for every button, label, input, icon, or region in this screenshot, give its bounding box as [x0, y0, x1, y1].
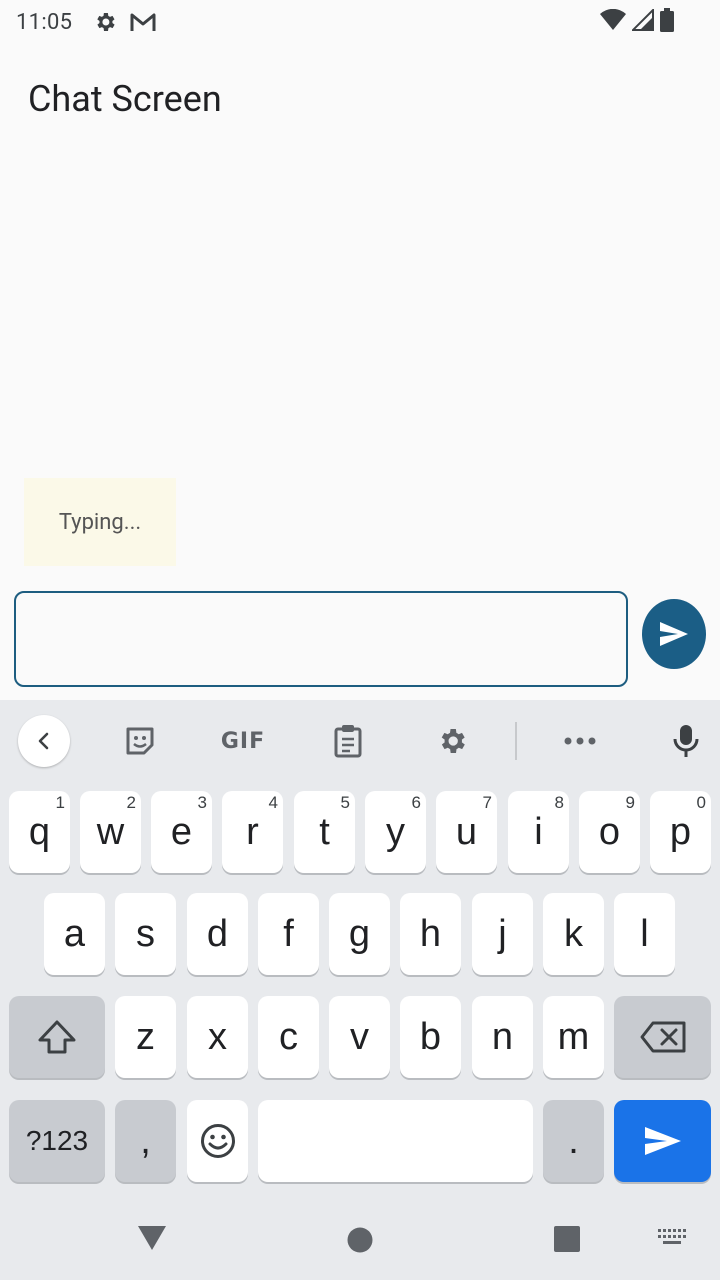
recents-nav-button[interactable]	[552, 1224, 582, 1254]
key-r[interactable]: r4	[222, 791, 283, 873]
key-y[interactable]: y6	[365, 791, 426, 873]
send-icon	[660, 622, 688, 646]
key-l[interactable]: l	[614, 893, 675, 975]
typing-indicator: Typing...	[24, 478, 176, 566]
gif-label: GIF	[220, 728, 266, 754]
key-k[interactable]: k	[543, 893, 604, 975]
backspace-key[interactable]	[614, 996, 711, 1078]
key-x[interactable]: x	[187, 996, 248, 1078]
key-o[interactable]: o9	[579, 791, 640, 873]
key-h[interactable]: h	[400, 893, 461, 975]
wifi-icon	[600, 8, 626, 37]
battery-icon	[660, 8, 674, 38]
key-q[interactable]: q1	[9, 791, 70, 873]
back-nav-button[interactable]	[134, 1220, 170, 1256]
key-d[interactable]: d	[187, 893, 248, 975]
symbols-key[interactable]: ?123	[9, 1100, 105, 1182]
enter-send-key[interactable]	[614, 1100, 711, 1182]
key-g[interactable]: g	[329, 893, 390, 975]
settings-icon	[92, 9, 118, 35]
more-icon[interactable]	[558, 714, 602, 768]
key-n[interactable]: n	[472, 996, 533, 1078]
key-p[interactable]: p0	[650, 791, 711, 873]
keyboard-settings-icon[interactable]	[430, 714, 474, 768]
status-right-icons	[600, 7, 674, 38]
shift-icon	[38, 1020, 76, 1054]
mic-icon[interactable]	[664, 714, 708, 768]
home-circle-icon	[347, 1227, 373, 1253]
key-j[interactable]: j	[472, 893, 533, 975]
page-title: Chat Screen	[28, 78, 222, 120]
home-nav-button[interactable]	[344, 1224, 376, 1256]
shift-key[interactable]	[9, 996, 105, 1078]
key-e[interactable]: e3	[151, 791, 212, 873]
key-v[interactable]: v	[329, 996, 390, 1078]
comma-key[interactable]: ,	[115, 1100, 176, 1182]
sticker-icon[interactable]	[118, 714, 162, 768]
status-bar: 11:05	[0, 0, 720, 44]
space-key[interactable]	[258, 1100, 533, 1182]
keyboard-icon	[658, 1229, 686, 1244]
key-t[interactable]: t5	[294, 791, 355, 873]
key-m[interactable]: m	[543, 996, 604, 1078]
key-s[interactable]: s	[115, 893, 176, 975]
status-time: 11:05	[16, 9, 73, 35]
typing-indicator-text: Typing...	[58, 509, 142, 535]
keyboard-toolbar: GIF	[0, 700, 720, 782]
navigation-bar	[0, 1200, 720, 1280]
key-z[interactable]: z	[115, 996, 176, 1078]
keyboard: GIF q1 w2 e3 r4 t5 y6 u7 i8 o9 p0 a s d …	[0, 700, 720, 1200]
emoji-key[interactable]	[187, 1100, 248, 1182]
signal-icon	[630, 7, 654, 37]
key-w[interactable]: w2	[80, 791, 141, 873]
toolbar-divider	[515, 722, 517, 760]
emoji-icon	[200, 1124, 235, 1158]
backspace-icon	[640, 1021, 685, 1053]
key-i[interactable]: i8	[508, 791, 569, 873]
recents-square-icon	[554, 1226, 580, 1252]
key-u[interactable]: u7	[436, 791, 497, 873]
send-icon	[644, 1127, 681, 1155]
keyboard-switch-button[interactable]	[657, 1228, 687, 1248]
key-a[interactable]: a	[44, 893, 105, 975]
back-icon[interactable]	[18, 715, 70, 767]
send-button[interactable]	[642, 599, 706, 669]
period-key[interactable]: .	[543, 1100, 604, 1182]
back-triangle-icon	[138, 1226, 166, 1250]
gmail-icon	[130, 9, 156, 35]
key-c[interactable]: c	[258, 996, 319, 1078]
clipboard-icon[interactable]	[326, 714, 370, 768]
message-input[interactable]	[14, 591, 628, 687]
gif-button[interactable]: GIF	[215, 714, 271, 768]
key-f[interactable]: f	[258, 893, 319, 975]
key-b[interactable]: b	[400, 996, 461, 1078]
